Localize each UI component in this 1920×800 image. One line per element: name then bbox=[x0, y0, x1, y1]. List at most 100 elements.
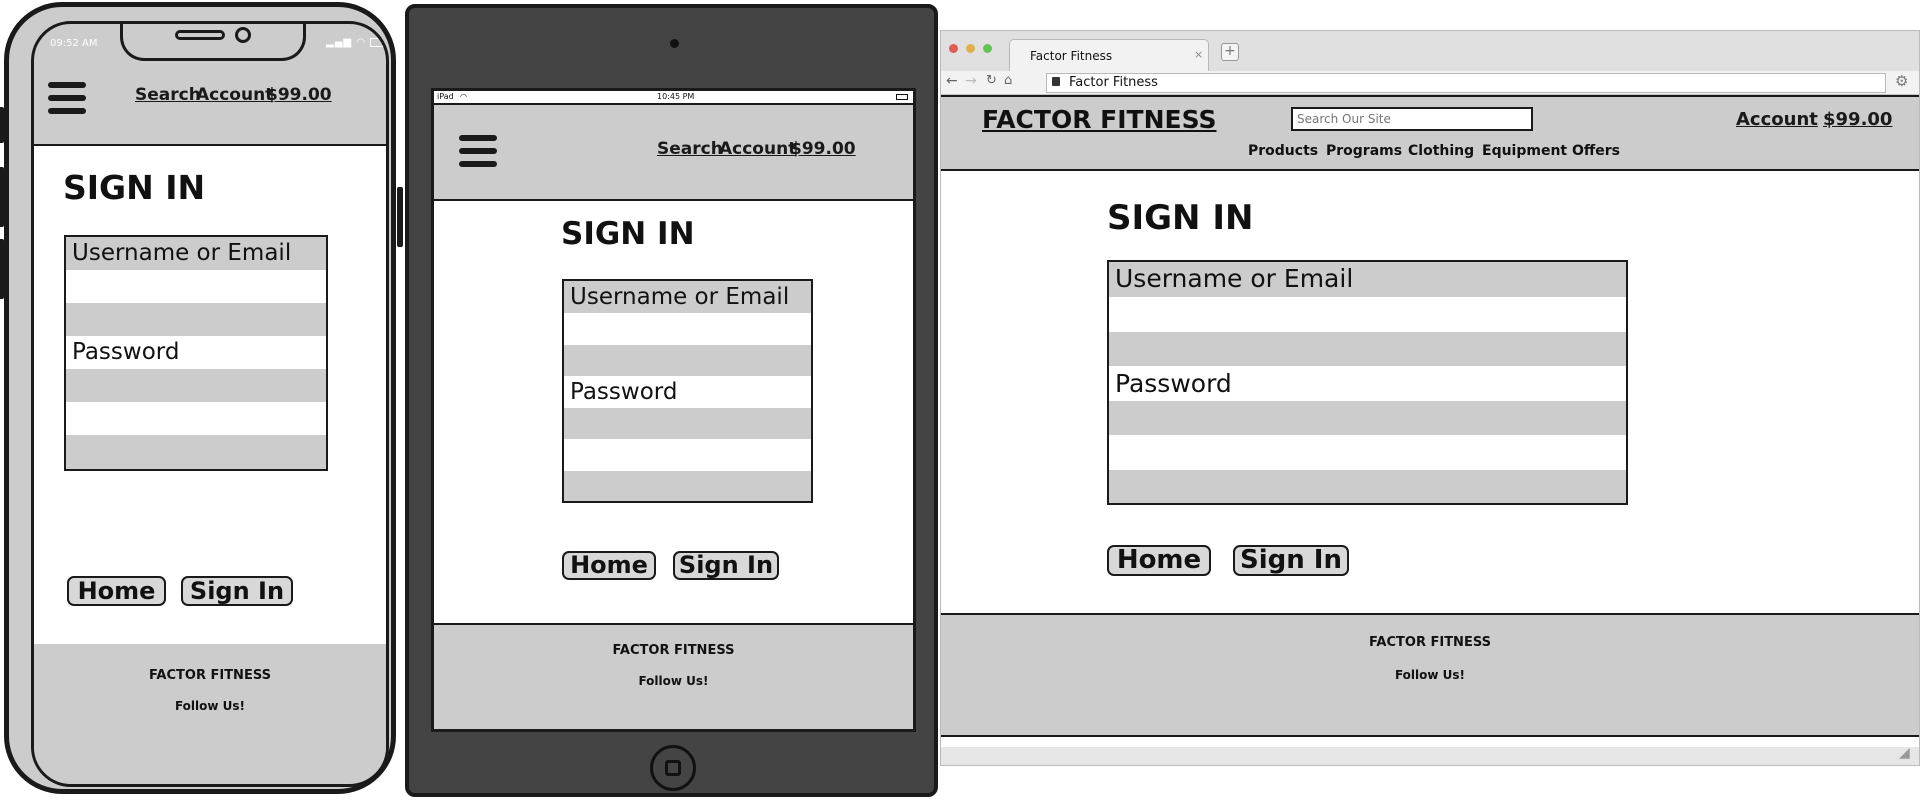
form-spacer-row bbox=[66, 435, 326, 469]
footer-follow[interactable]: Follow Us! bbox=[941, 668, 1919, 682]
phone-content: SIGN IN Username or Email Password Home … bbox=[34, 144, 386, 646]
nav-cart-link[interactable]: $99.00 bbox=[790, 139, 856, 159]
menu-hamburger-icon[interactable] bbox=[48, 82, 86, 121]
menu-products[interactable]: Products bbox=[1248, 143, 1318, 159]
home-button[interactable]: Home bbox=[562, 551, 656, 580]
settings-gear-icon[interactable]: ⚙ bbox=[1895, 72, 1908, 90]
tab-title: Factor Fitness bbox=[1030, 49, 1113, 63]
reload-icon[interactable]: ↻ bbox=[986, 73, 997, 88]
password-input[interactable] bbox=[1109, 401, 1626, 435]
phone-camera bbox=[235, 27, 251, 43]
username-input-row[interactable] bbox=[1109, 332, 1626, 366]
footer-follow[interactable]: Follow Us! bbox=[34, 699, 386, 713]
password-input-row[interactable] bbox=[1109, 435, 1626, 470]
footer-brand: FACTOR FITNESS bbox=[149, 668, 271, 683]
home-icon[interactable]: ⌂ bbox=[1004, 73, 1012, 88]
phone-volume-up-button bbox=[0, 167, 4, 227]
home-button[interactable]: Home bbox=[1107, 545, 1211, 576]
tablet-status-time: 10:45 PM bbox=[657, 92, 695, 101]
footer-brand: FACTOR FITNESS bbox=[1369, 635, 1491, 650]
menu-hamburger-icon[interactable] bbox=[459, 135, 497, 174]
browser-tab[interactable]: Factor Fitness × bbox=[1009, 39, 1209, 73]
password-label: Password bbox=[1109, 366, 1626, 401]
menu-programs[interactable]: Programs bbox=[1326, 143, 1402, 159]
phone-status-time: 09:52 AM bbox=[50, 38, 98, 49]
page-title: SIGN IN bbox=[1107, 198, 1254, 238]
form-spacer-row bbox=[1109, 470, 1626, 503]
nav-account-link[interactable]: Account bbox=[719, 139, 796, 159]
signal-icon: ▂▄▆ bbox=[326, 37, 353, 48]
address-text: Factor Fitness bbox=[1069, 75, 1158, 90]
browser-titlebar: Factor Fitness × + bbox=[941, 31, 1919, 73]
phone-frame: 09:52 AM ▂▄▆ ◠ Search Account $99.00 SIG… bbox=[0, 2, 403, 794]
phone-status-icons: ▂▄▆ ◠ bbox=[326, 37, 385, 48]
username-label: Username or Email bbox=[1109, 262, 1626, 297]
password-input-row[interactable] bbox=[66, 402, 326, 435]
site-logo[interactable]: FACTOR FITNESS bbox=[982, 105, 1217, 134]
password-label: Password bbox=[564, 376, 811, 408]
address-bar[interactable]: Factor Fitness bbox=[1046, 73, 1886, 93]
sign-in-button[interactable]: Sign In bbox=[181, 576, 293, 606]
browser-toolbar: ← → ↻ ⌂ Factor Fitness ⚙ bbox=[941, 71, 1919, 95]
nav-account-link[interactable]: Account bbox=[1736, 109, 1818, 130]
password-input[interactable] bbox=[66, 369, 326, 402]
sign-in-button[interactable]: Sign In bbox=[1233, 545, 1349, 576]
site-header: FACTOR FITNESS Account $99.00 Products P… bbox=[941, 95, 1919, 171]
close-window-icon[interactable] bbox=[949, 44, 958, 53]
lock-icon bbox=[1052, 77, 1060, 86]
home-button[interactable]: Home bbox=[67, 576, 166, 606]
resize-grip-icon[interactable]: ◢ bbox=[1899, 745, 1910, 761]
nav-search-link[interactable]: Search bbox=[657, 139, 723, 159]
sign-in-form: Username or Email Password bbox=[562, 279, 813, 503]
wifi-icon: ◠ bbox=[460, 92, 467, 101]
page-title: SIGN IN bbox=[63, 168, 206, 207]
site-search-input[interactable] bbox=[1291, 107, 1533, 131]
password-label: Password bbox=[66, 336, 326, 369]
footer-follow[interactable]: Follow Us! bbox=[434, 674, 913, 688]
menu-offers[interactable]: Offers bbox=[1572, 143, 1620, 159]
tablet-home-button[interactable] bbox=[650, 745, 696, 791]
forward-arrow-icon[interactable]: → bbox=[965, 73, 977, 89]
tablet-frame: iPad ◠ 10:45 PM Search Account $99.00 SI… bbox=[405, 4, 938, 797]
nav-cart-link[interactable]: $99.00 bbox=[1823, 109, 1892, 130]
username-input[interactable] bbox=[564, 313, 811, 345]
menu-equipment[interactable]: Equipment bbox=[1482, 143, 1567, 159]
sign-in-button[interactable]: Sign In bbox=[673, 551, 779, 580]
phone-notch bbox=[120, 24, 306, 61]
tablet-footer: FACTOR FITNESS Follow Us! bbox=[434, 623, 913, 729]
tablet-header: Search Account $99.00 bbox=[434, 103, 913, 201]
tablet-screen: iPad ◠ 10:45 PM Search Account $99.00 SI… bbox=[431, 88, 916, 732]
nav-account-link[interactable]: Account bbox=[196, 85, 273, 105]
browser-window: Factor Fitness × + ← → ↻ ⌂ Factor Fitnes… bbox=[940, 30, 1920, 766]
username-input-row[interactable] bbox=[66, 303, 326, 336]
tablet-camera bbox=[670, 39, 679, 48]
maximize-window-icon[interactable] bbox=[983, 44, 992, 53]
new-tab-icon[interactable]: + bbox=[1221, 43, 1239, 61]
username-input[interactable] bbox=[66, 270, 326, 303]
phone-power-button bbox=[397, 187, 403, 247]
tablet-status-device: iPad bbox=[437, 92, 454, 101]
password-input[interactable] bbox=[564, 408, 811, 439]
nav-cart-link[interactable]: $99.00 bbox=[266, 85, 332, 105]
back-arrow-icon[interactable]: ← bbox=[946, 73, 958, 89]
tablet-status-bar: iPad ◠ 10:45 PM bbox=[434, 91, 913, 103]
phone-footer: FACTOR FITNESS Follow Us! bbox=[34, 644, 386, 784]
browser-viewport: FACTOR FITNESS Account $99.00 Products P… bbox=[941, 95, 1919, 747]
username-input[interactable] bbox=[1109, 297, 1626, 332]
nav-search-link[interactable]: Search bbox=[135, 85, 201, 105]
phone-speaker bbox=[175, 30, 225, 40]
tab-close-icon[interactable]: × bbox=[1194, 48, 1203, 61]
home-square-icon bbox=[665, 760, 681, 776]
password-input-row[interactable] bbox=[564, 439, 811, 471]
phone-volume-down-button bbox=[0, 239, 4, 299]
wifi-icon: ◠ bbox=[356, 37, 366, 48]
username-label: Username or Email bbox=[66, 237, 326, 270]
minimize-window-icon[interactable] bbox=[966, 44, 975, 53]
phone-side-button bbox=[0, 107, 4, 143]
username-label: Username or Email bbox=[564, 281, 811, 313]
sign-in-form: Username or Email Password bbox=[1107, 260, 1628, 505]
username-input-row[interactable] bbox=[564, 345, 811, 376]
footer-brand: FACTOR FITNESS bbox=[612, 643, 735, 658]
sign-in-form: Username or Email Password bbox=[64, 235, 328, 471]
menu-clothing[interactable]: Clothing bbox=[1408, 143, 1474, 159]
